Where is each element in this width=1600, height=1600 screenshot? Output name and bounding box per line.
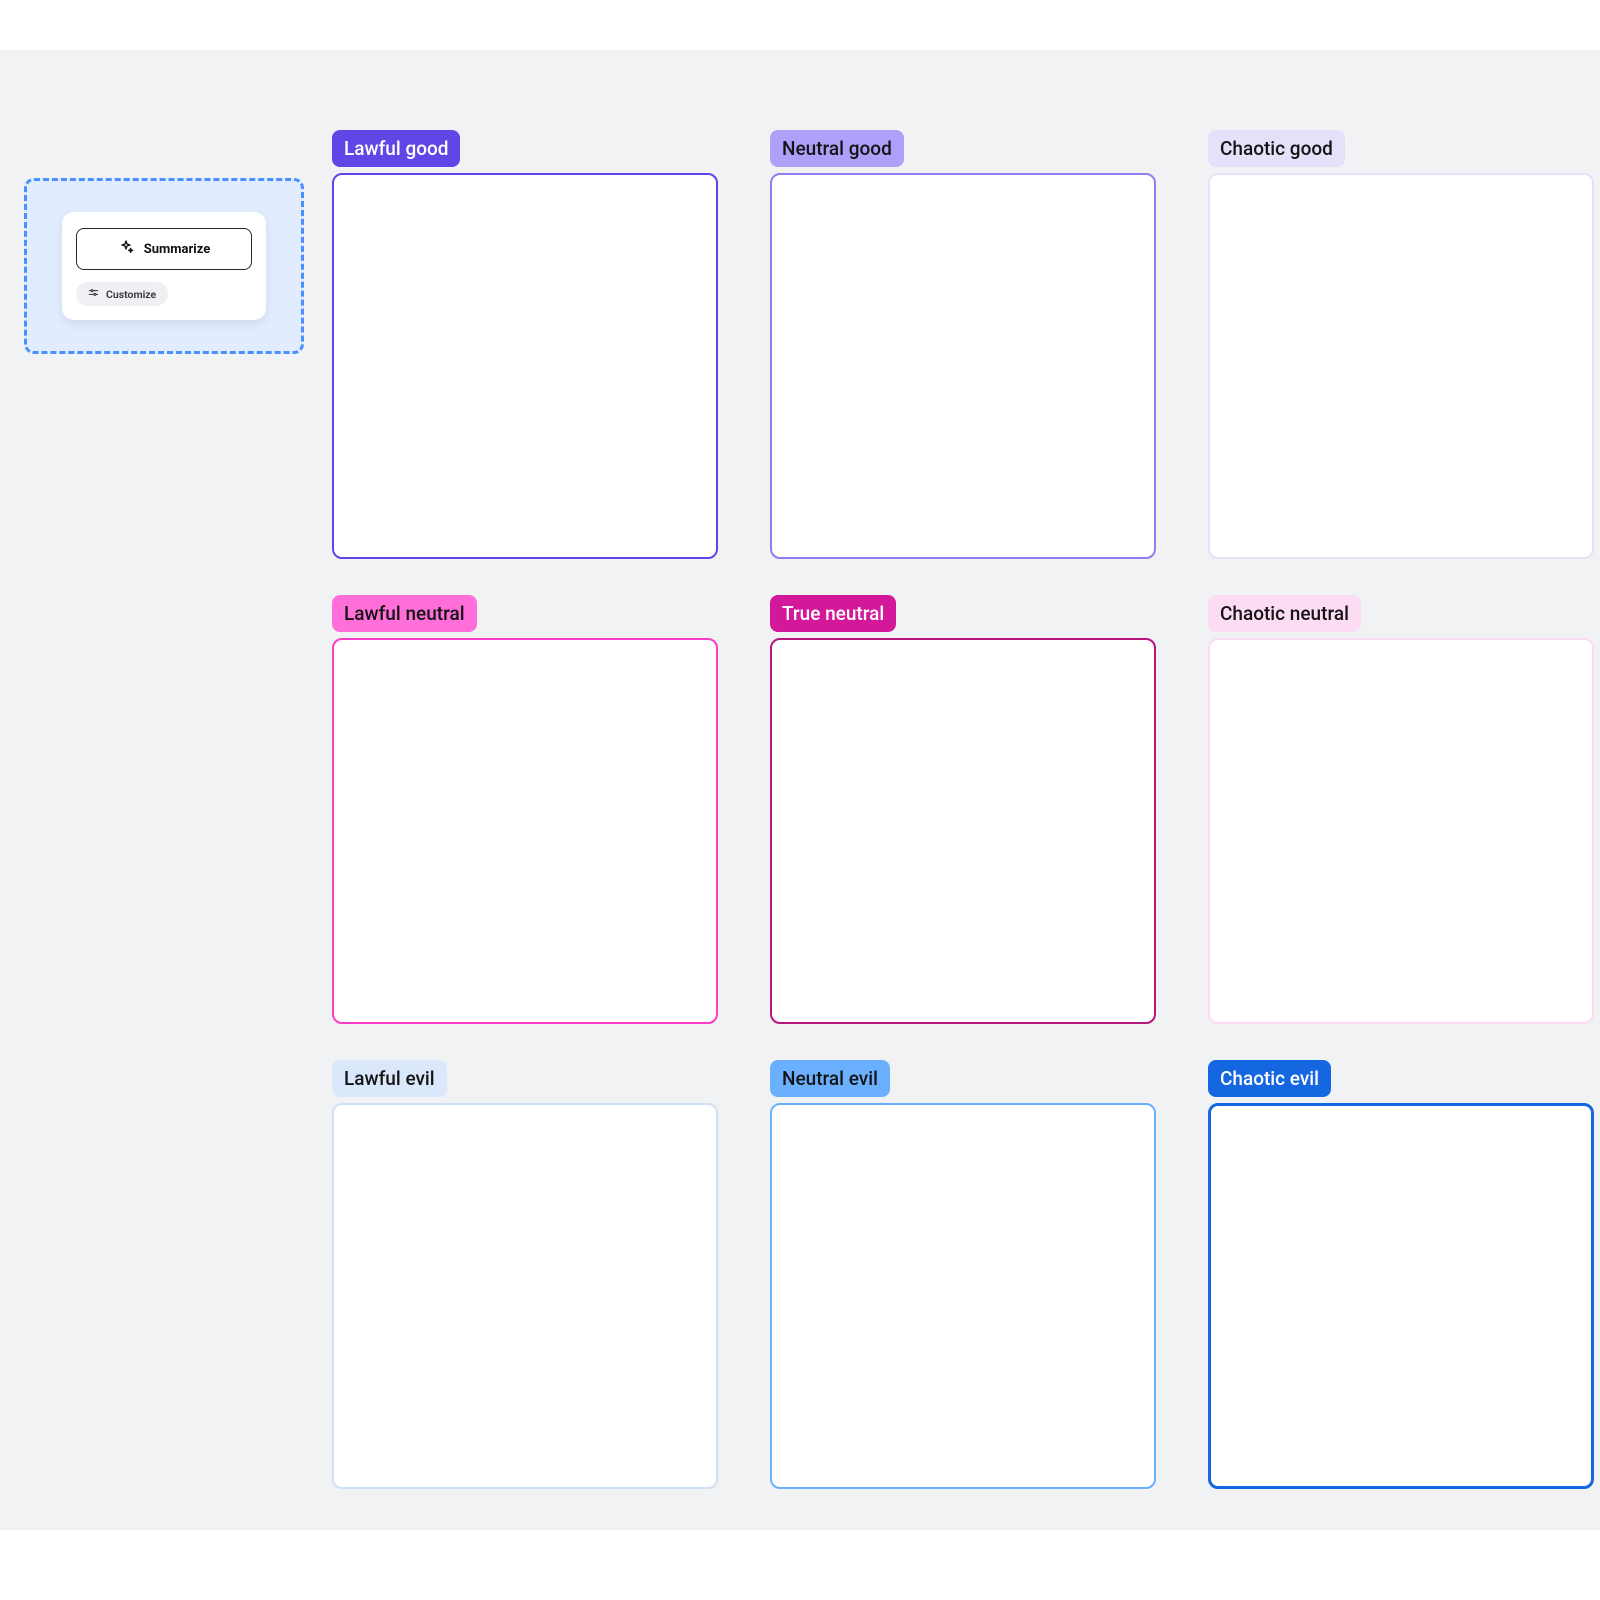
cell-lawful-evil: Lawful evil [332,1060,718,1489]
dropzone-lawful-good[interactable] [332,173,718,559]
summarize-label: Summarize [144,242,211,257]
alignment-grid: Lawful good Neutral good Chaotic good La… [332,130,1594,1489]
cell-label: Neutral evil [770,1060,890,1097]
cell-lawful-good: Lawful good [332,130,718,559]
sliders-icon [88,287,99,301]
customize-button[interactable]: Customize [76,282,168,306]
dropzone-lawful-evil[interactable] [332,1103,718,1489]
dropzone-chaotic-evil[interactable] [1208,1103,1594,1489]
cell-chaotic-neutral: Chaotic neutral [1208,595,1594,1024]
cell-lawful-neutral: Lawful neutral [332,595,718,1024]
cell-label: Lawful good [332,130,460,167]
sparkle-icon [118,239,134,259]
cell-label: Lawful neutral [332,595,477,632]
cell-chaotic-good: Chaotic good [1208,130,1594,559]
dropzone-lawful-neutral[interactable] [332,638,718,1024]
dropzone-true-neutral[interactable] [770,638,1156,1024]
source-dropzone[interactable]: Summarize Customize [24,178,304,354]
cell-neutral-evil: Neutral evil [770,1060,1156,1489]
dropzone-neutral-good[interactable] [770,173,1156,559]
dropzone-chaotic-good[interactable] [1208,173,1594,559]
cell-label: Chaotic good [1208,130,1345,167]
cell-label: Chaotic neutral [1208,595,1361,632]
cell-label: Lawful evil [332,1060,447,1097]
cell-true-neutral: True neutral [770,595,1156,1024]
dropzone-neutral-evil[interactable] [770,1103,1156,1489]
cell-chaotic-evil: Chaotic evil [1208,1060,1594,1489]
dropzone-chaotic-neutral[interactable] [1208,638,1594,1024]
source-card[interactable]: Summarize Customize [62,212,266,320]
cell-label: Neutral good [770,130,904,167]
cell-label: True neutral [770,595,896,632]
cell-label: Chaotic evil [1208,1060,1331,1097]
cell-neutral-good: Neutral good [770,130,1156,559]
canvas: Summarize Customize Lawful good N [0,50,1600,1530]
summarize-button[interactable]: Summarize [76,228,252,270]
customize-label: Customize [106,288,156,301]
